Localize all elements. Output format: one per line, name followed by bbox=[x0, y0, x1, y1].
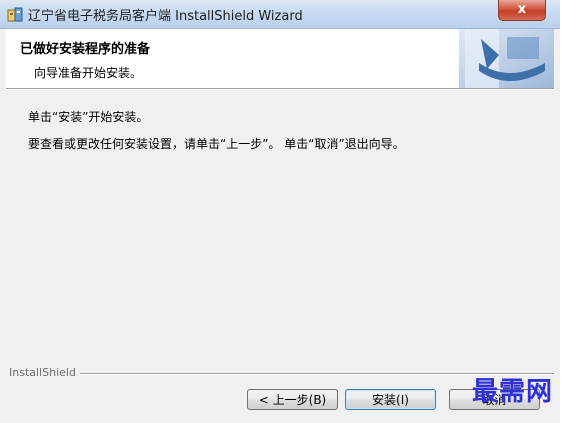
header-setup-graphic bbox=[459, 29, 554, 88]
page-subtitle: 向导准备开始安装。 bbox=[34, 66, 143, 80]
title-bar[interactable]: 辽宁省电子税务局客户端 InstallShield Wizard x bbox=[0, 0, 560, 29]
close-icon: x bbox=[517, 2, 527, 17]
header-divider bbox=[6, 88, 554, 90]
installshield-brand-label: InstallShield bbox=[9, 366, 80, 379]
back-button[interactable]: < 上一步(B) bbox=[247, 389, 338, 410]
wizard-header: 已做好安装程序的准备 向导准备开始安装。 bbox=[6, 29, 554, 88]
installer-app-icon bbox=[7, 7, 23, 22]
site-watermark: 最需网 bbox=[472, 377, 554, 407]
close-button[interactable]: x bbox=[498, 0, 546, 21]
installer-window: 辽宁省电子税务局客户端 InstallShield Wizard x 已做好安装… bbox=[0, 0, 560, 423]
install-button[interactable]: 安装(I) bbox=[345, 389, 436, 410]
instruction-detail-text: 要查看或更改任何安装设置，请单击“上一步”。 单击“取消”退出向导。 bbox=[28, 137, 405, 151]
instruction-text: 单击“安装”开始安装。 bbox=[28, 110, 149, 124]
window-title: 辽宁省电子税务局客户端 InstallShield Wizard bbox=[28, 9, 303, 24]
page-title: 已做好安装程序的准备 bbox=[20, 42, 151, 57]
